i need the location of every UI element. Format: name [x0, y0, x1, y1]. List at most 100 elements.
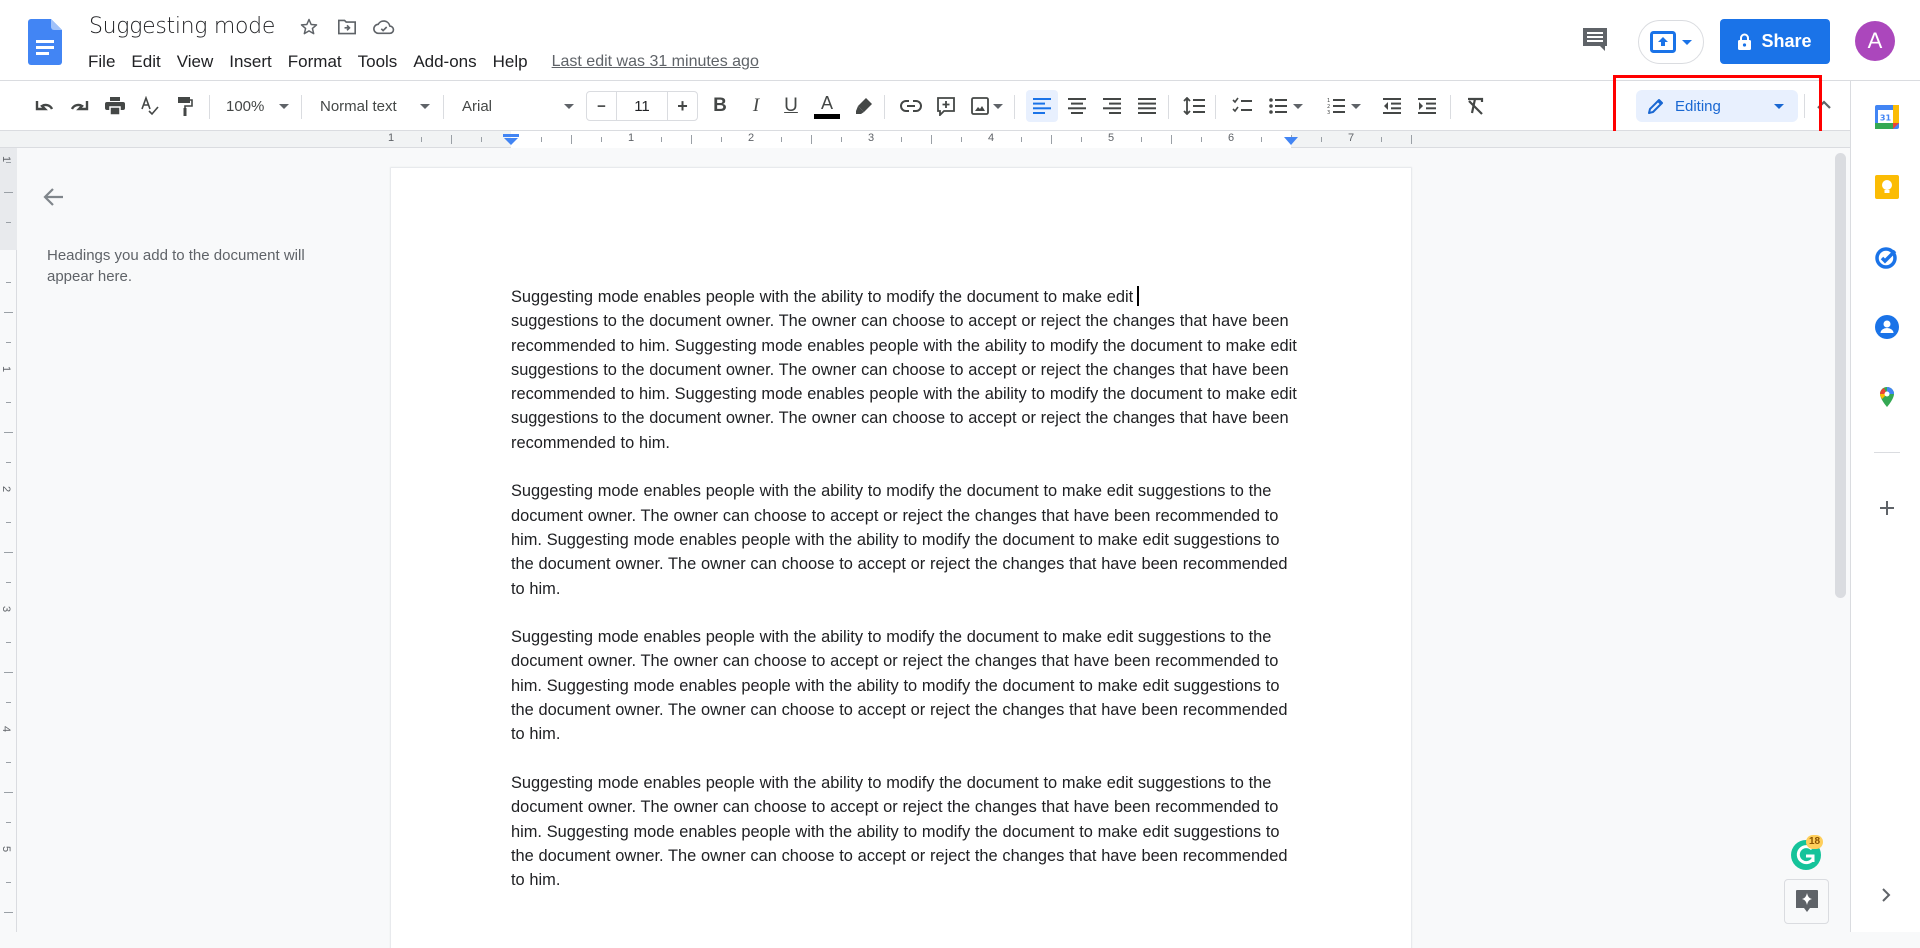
decrease-indent-button[interactable] — [1378, 91, 1406, 121]
paint-format-icon — [178, 97, 193, 116]
show-side-panel-chevron-icon[interactable] — [1879, 887, 1893, 903]
highlight-color-button[interactable] — [850, 91, 878, 121]
toolbar-separator — [1215, 95, 1216, 119]
checklist-button[interactable] — [1228, 91, 1256, 121]
ruler-tick — [6, 522, 11, 523]
spell-check-button[interactable] — [136, 91, 164, 121]
insert-link-button[interactable] — [897, 91, 925, 121]
undo-icon — [35, 101, 54, 111]
decrease-font-size-button[interactable]: − — [587, 92, 617, 120]
move-to-folder-icon[interactable] — [336, 16, 358, 38]
text-color-label: A — [820, 92, 833, 113]
paragraph[interactable]: Suggesting mode enables people with the … — [511, 771, 1301, 892]
ruler-tick — [6, 882, 11, 883]
underline-button[interactable]: U — [777, 91, 805, 121]
ruler-tick — [1081, 137, 1082, 142]
share-label: Share — [1761, 31, 1812, 51]
ruler-tick — [6, 642, 11, 643]
docs-logo-icon[interactable] — [28, 19, 62, 65]
right-indent-marker[interactable] — [1283, 137, 1299, 146]
tasks-icon[interactable] — [1875, 245, 1899, 269]
insert-image-button[interactable] — [967, 91, 1007, 121]
close-outline-arrow-icon[interactable] — [41, 184, 67, 210]
line-spacing-icon — [1183, 97, 1205, 115]
ruler-label: 5 — [0, 845, 13, 853]
comment-history-button[interactable] — [1581, 26, 1609, 52]
side-panel: 31 — [1850, 81, 1920, 932]
align-left-button[interactable] — [1026, 90, 1058, 122]
paragraph-style-select[interactable]: Normal text — [312, 91, 436, 121]
menu-help[interactable]: Help — [485, 50, 536, 74]
last-edit-link[interactable]: Last edit was 31 minutes ago — [552, 50, 759, 74]
ruler-margin-area — [0, 148, 17, 250]
explore-sparkle-icon — [1795, 889, 1818, 912]
contacts-icon[interactable] — [1875, 315, 1899, 339]
line-spacing-button[interactable] — [1180, 91, 1208, 121]
hide-menus-button[interactable] — [1816, 96, 1838, 116]
calendar-icon[interactable]: 31 — [1875, 105, 1899, 129]
share-button[interactable]: Share — [1720, 19, 1830, 64]
undo-button[interactable] — [30, 91, 58, 121]
explore-button[interactable] — [1784, 879, 1829, 924]
increase-indent-button[interactable] — [1413, 91, 1441, 121]
add-comment-button[interactable] — [932, 91, 960, 121]
justify-button[interactable] — [1133, 91, 1161, 121]
numbered-list-icon: 123 — [1327, 98, 1345, 115]
menu-add-ons[interactable]: Add-ons — [405, 50, 484, 74]
align-center-button[interactable] — [1063, 91, 1091, 121]
increase-indent-icon — [1418, 98, 1436, 114]
text-color-button[interactable]: A — [812, 91, 842, 121]
toolbar-separator — [1014, 95, 1015, 119]
star-icon[interactable] — [298, 16, 320, 38]
font-size-input[interactable]: 11 — [617, 92, 667, 120]
menu-insert[interactable]: Insert — [221, 50, 280, 74]
left-indent-marker[interactable] — [503, 134, 519, 146]
bulleted-list-icon — [1269, 98, 1287, 114]
cloud-saved-icon[interactable] — [373, 16, 395, 38]
bold-button[interactable]: B — [706, 91, 734, 121]
menu-format[interactable]: Format — [280, 50, 350, 74]
ruler-tick — [721, 137, 722, 142]
print-button[interactable] — [101, 91, 129, 121]
clear-formatting-button[interactable] — [1461, 91, 1489, 121]
numbered-list-button[interactable]: 123 — [1322, 91, 1366, 121]
document-body[interactable]: Suggesting mode enables people with the … — [511, 285, 1301, 917]
paragraph[interactable]: Suggesting mode enables people with the … — [511, 479, 1301, 600]
bulleted-list-button[interactable] — [1264, 91, 1308, 121]
get-add-ons-plus-icon[interactable] — [1875, 496, 1899, 520]
editing-mode-select[interactable]: Editing — [1636, 90, 1798, 122]
toolbar-separator — [1168, 95, 1169, 119]
toolbar-separator — [443, 95, 444, 119]
menu-edit[interactable]: Edit — [123, 50, 168, 74]
vertical-scrollbar[interactable] — [1835, 153, 1846, 598]
ruler-label: 3 — [868, 132, 875, 144]
print-icon — [105, 97, 125, 115]
chevron-down-icon — [279, 103, 289, 109]
paint-format-button[interactable] — [171, 91, 199, 121]
paragraph[interactable]: Suggesting mode enables people with the … — [511, 625, 1301, 746]
align-right-button[interactable] — [1098, 91, 1126, 121]
account-avatar[interactable]: A — [1855, 21, 1895, 61]
spellcheck-icon — [141, 96, 159, 116]
present-button[interactable] — [1638, 20, 1704, 64]
menu-file[interactable]: File — [80, 50, 123, 74]
editing-mode-label: Editing — [1675, 97, 1721, 115]
italic-button[interactable]: I — [742, 91, 770, 121]
decrease-indent-icon — [1383, 98, 1401, 114]
paragraph[interactable]: Suggesting mode enables people with the … — [511, 285, 1301, 455]
redo-button[interactable] — [66, 91, 94, 121]
menu-tools[interactable]: Tools — [350, 50, 406, 74]
ruler-tick — [6, 762, 11, 763]
document-title[interactable]: Suggesting mode — [89, 14, 275, 39]
increase-font-size-button[interactable]: + — [667, 92, 697, 120]
ruler-label: 4 — [0, 725, 13, 733]
chevron-down-icon — [1774, 103, 1784, 109]
keep-icon[interactable] — [1875, 175, 1899, 199]
font-family-select[interactable]: Arial — [454, 91, 580, 121]
zoom-select[interactable]: 100% — [220, 91, 295, 121]
add-comment-icon — [937, 97, 955, 116]
maps-icon[interactable] — [1875, 385, 1899, 409]
paragraph-style-value: Normal text — [320, 97, 397, 115]
document-page[interactable]: Suggesting mode enables people with the … — [391, 168, 1411, 948]
menu-view[interactable]: View — [169, 50, 222, 74]
